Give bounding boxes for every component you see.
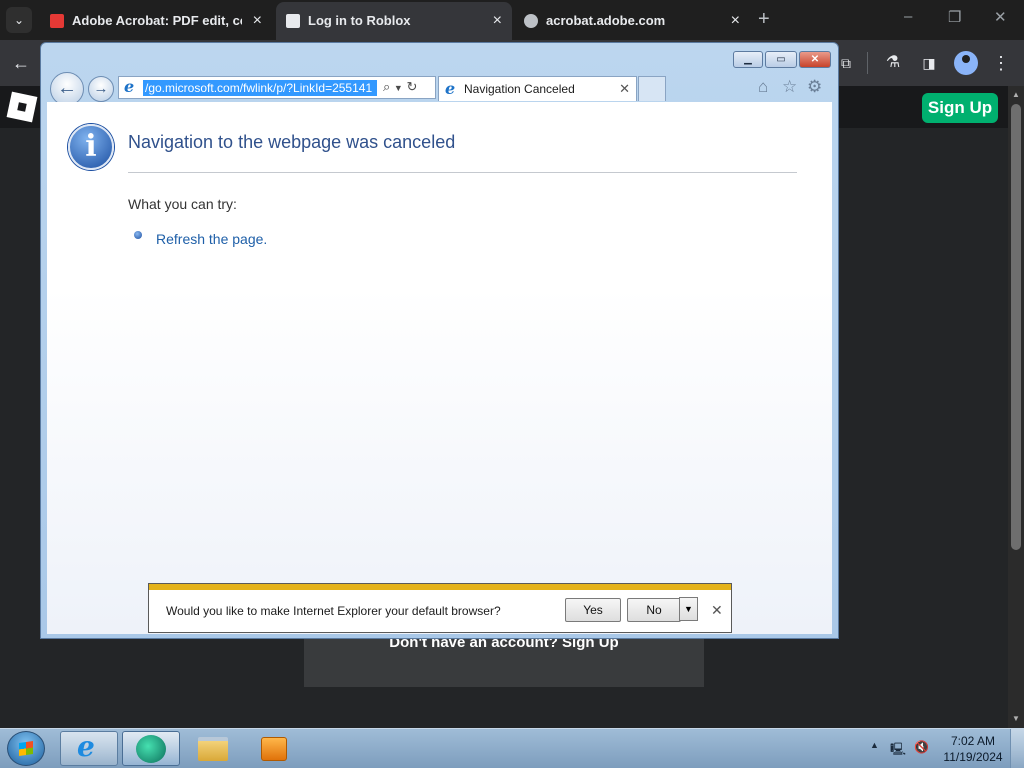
close-icon[interactable]: × — [493, 2, 502, 40]
ie-tab-navigation-canceled[interactable]: e Navigation Canceled ✕ — [438, 76, 637, 101]
toolbar-divider — [867, 52, 868, 74]
ie-close-button[interactable]: ✕ — [799, 51, 831, 68]
favorites-star-icon[interactable]: ☆ — [782, 77, 797, 97]
ie-maximize-button[interactable]: ▭ — [765, 51, 797, 68]
clock-date: 11/19/2024 — [943, 750, 1003, 764]
scroll-down-icon[interactable]: ▼ — [1010, 714, 1022, 723]
ie-tab-title: Navigation Canceled — [464, 82, 575, 96]
chrome-tab-acrobat[interactable]: Adobe Acrobat: PDF edit, conv × — [40, 2, 272, 40]
ie-address-bar[interactable]: e /go.microsoft.com/fwlink/p/?LinkId=255… — [118, 76, 436, 99]
network-icon[interactable]: 🖳 — [890, 740, 906, 761]
back-icon[interactable]: ← — [8, 50, 34, 76]
window-close-button[interactable]: ✕ — [994, 8, 1007, 26]
tab-title: acrobat.adobe.com — [546, 13, 666, 28]
taskbar-ie-button[interactable]: e — [60, 730, 118, 766]
chevron-down-icon[interactable]: ▼ — [679, 597, 698, 621]
media-player-icon — [261, 737, 287, 761]
restore-button[interactable]: ❐ — [948, 8, 961, 26]
gear-icon[interactable]: ⚙ — [807, 77, 822, 97]
home-icon[interactable]: ⌂ — [758, 77, 768, 97]
minimize-button[interactable]: – — [904, 8, 912, 25]
no-button[interactable]: No — [627, 598, 681, 622]
sign-up-button[interactable]: Sign Up — [922, 93, 998, 123]
taskbar-media-player-button[interactable] — [246, 731, 304, 766]
refresh-icon[interactable]: ↻ — [406, 79, 417, 94]
ie-page-icon: e — [124, 77, 135, 96]
tab-search-chevron-icon[interactable]: ⌄ — [6, 7, 32, 33]
side-panel-icon[interactable]: ◨ — [916, 50, 942, 76]
ie-back-icon[interactable]: ← — [50, 72, 84, 106]
notification-message: Would you like to make Internet Explorer… — [166, 604, 501, 618]
ie-page-content — [47, 102, 832, 634]
close-icon[interactable]: ✕ — [711, 602, 723, 619]
chrome-tab-adobe[interactable]: acrobat.adobe.com × — [514, 2, 750, 40]
roblox-icon — [286, 14, 300, 28]
profile-icon[interactable] — [954, 51, 978, 75]
taskbar-explorer-button[interactable] — [184, 731, 242, 766]
ie-new-tab-button[interactable] — [638, 76, 666, 101]
close-icon[interactable]: ✕ — [619, 81, 630, 97]
clock-time: 7:02 AM — [950, 734, 996, 748]
start-button[interactable] — [7, 731, 45, 766]
notification-stripe — [149, 584, 731, 590]
volume-muted-icon[interactable]: 🔇 — [914, 740, 929, 754]
acrobat-icon — [50, 14, 64, 28]
roblox-login-panel: Don't have an account? Sign Up — [304, 634, 704, 687]
ie-minimize-button[interactable]: ▁ — [733, 51, 763, 68]
ie-forward-icon[interactable]: → — [88, 76, 114, 102]
new-tab-button[interactable]: + — [758, 8, 770, 31]
default-browser-notification: Would you like to make Internet Explorer… — [148, 583, 732, 633]
dropdown-icon[interactable]: ▼ — [394, 83, 403, 93]
show-desktop-button[interactable] — [1010, 729, 1024, 768]
system-clock[interactable]: 7:02 AM 11/19/2024 — [940, 733, 1006, 765]
labs-icon[interactable]: ⚗ — [880, 50, 906, 76]
scrollbar-thumb[interactable] — [1011, 104, 1021, 550]
chrome-tab-roblox[interactable]: Log in to Roblox × — [276, 2, 512, 40]
search-icon[interactable]: ⌕ — [383, 79, 390, 94]
info-icon: i — [68, 124, 114, 170]
address-actions: ⌕ ▼ ↻ — [383, 79, 417, 95]
scroll-up-icon[interactable]: ▲ — [1010, 90, 1022, 99]
close-icon[interactable]: × — [731, 2, 740, 40]
divider — [128, 172, 797, 173]
show-hidden-icons-icon[interactable]: ▲ — [870, 740, 879, 750]
suggestions-label: What you can try: — [128, 196, 237, 212]
taskbar-media-center-button[interactable] — [122, 731, 180, 766]
globe-icon — [524, 14, 538, 28]
roblox-logo-icon[interactable] — [6, 91, 38, 123]
url-text[interactable]: /go.microsoft.com/fwlink/p/?LinkId=25514… — [143, 80, 377, 96]
bullet-icon — [134, 231, 142, 239]
tab-title: Adobe Acrobat: PDF edit, conv — [72, 13, 242, 28]
page-title: Navigation to the webpage was canceled — [128, 132, 456, 152]
ie-tab-icon: e — [445, 79, 456, 98]
media-center-icon — [136, 735, 166, 763]
close-icon[interactable]: × — [253, 2, 262, 40]
refresh-page-link[interactable]: Refresh the page. — [156, 231, 267, 247]
yes-button[interactable]: Yes — [565, 598, 621, 622]
internet-explorer-icon: e — [77, 730, 95, 763]
file-explorer-icon — [198, 737, 228, 761]
tab-title: Log in to Roblox — [308, 13, 411, 28]
menu-icon[interactable]: ⋮ — [988, 50, 1014, 76]
